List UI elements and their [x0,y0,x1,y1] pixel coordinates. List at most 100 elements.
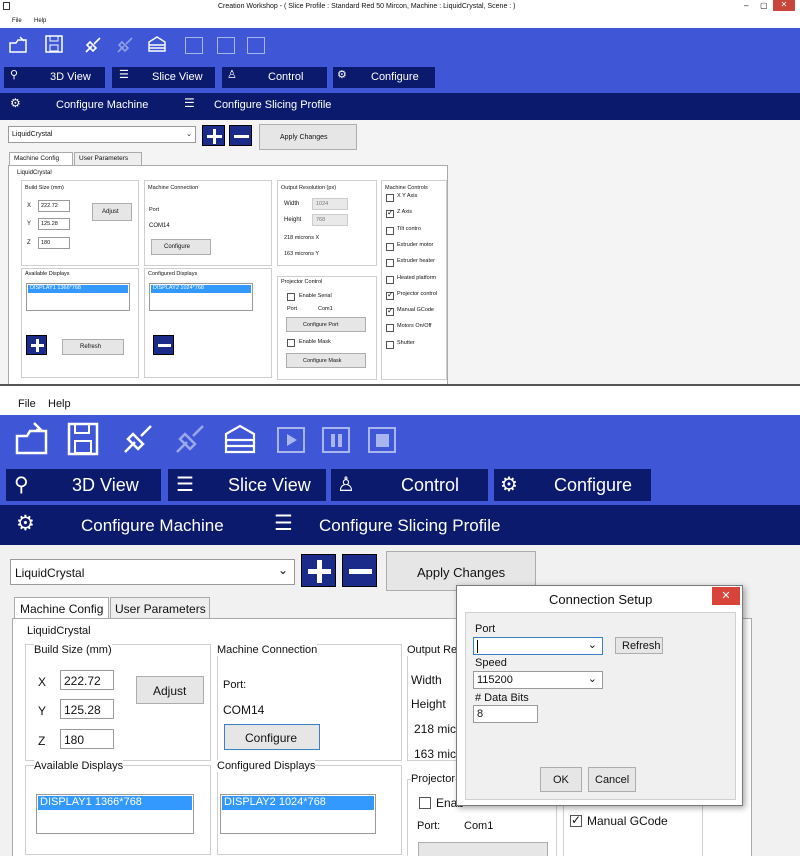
list-item[interactable]: DISPLAY1 1366*768 [28,285,128,293]
tab-user-parameters[interactable]: User Parameters [110,597,210,619]
tab-machine-config[interactable]: Machine Config [14,597,109,619]
build-z-input[interactable]: 180 [38,237,70,249]
machine-control-checkbox[interactable] [386,275,394,284]
pause-icon[interactable] [322,427,350,453]
available-displays-list[interactable]: DISPLAY1 1366*768 [36,794,194,834]
machine-select[interactable]: LiquidCrystal ⌄ [10,559,295,585]
tab-configure-slicing-profile[interactable]: ☰ Configure Slicing Profile [272,509,512,541]
build-y-input[interactable]: 125.28 [60,699,114,719]
enable-serial-checkbox[interactable] [419,797,431,809]
add-machine-button[interactable] [301,554,336,587]
machine-control-checkbox[interactable] [386,208,394,219]
apply-changes-button[interactable]: Apply Changes [259,124,357,150]
list-item[interactable]: DISPLAY2 1024*768 [151,285,251,293]
configure-port-button[interactable] [418,842,548,856]
list-item[interactable]: DISPLAY2 1024*768 [222,796,374,810]
dialog-close-button[interactable]: ✕ [712,587,740,605]
machine-control-checkbox[interactable] [386,242,394,251]
cancel-button[interactable]: Cancel [588,767,636,792]
port-refresh-button[interactable]: Refresh [615,637,663,654]
port-label: Port: [417,820,441,832]
input-value: 180 [64,733,85,747]
configure-connection-button[interactable]: Configure [224,724,320,750]
tab-control[interactable]: ♙ Control [222,67,327,88]
machine-control-checkbox[interactable] [386,324,394,333]
machine-control-checkbox[interactable] [386,340,394,349]
build-y-input[interactable]: 125.28 [38,218,70,230]
build-x-input[interactable]: 222.72 [38,200,70,212]
remove-machine-button[interactable] [342,554,377,587]
tab-configure-slicing-profile[interactable]: ☰ Configure Slicing Profile [182,96,342,116]
tab-configure[interactable]: ⚙ Configure [494,469,651,501]
open-file-icon[interactable] [8,35,30,55]
minimize-button[interactable]: – [744,1,748,10]
config-area: LiquidCrystal ⌄ Apply Changes Machine Con… [0,120,800,384]
tab-control[interactable]: ♙ Control [331,469,488,501]
tab-machine-config[interactable]: Machine Config [9,152,73,165]
slice-icon[interactable] [146,34,168,56]
adjust-button[interactable]: Adjust [136,676,204,704]
disconnect-icon[interactable] [114,34,136,56]
maximize-button[interactable]: ▢ [760,1,768,10]
build-x-input[interactable]: 222.72 [60,670,114,690]
z-label: Z [27,240,31,246]
connect-icon[interactable] [82,34,104,56]
tab-slice-view[interactable]: ☰ Slice View [112,67,215,88]
speed-select[interactable]: 115200 ⌄ [473,671,603,689]
connect-icon[interactable] [120,421,156,457]
tab-3d-view[interactable]: ⚲ 3D View [6,469,161,501]
configured-displays-list[interactable]: DISPLAY2 1024*768 [149,283,253,311]
machine-control-checkbox[interactable] [386,290,394,300]
machine-control-checkbox[interactable] [386,259,394,268]
remove-machine-button[interactable] [229,125,252,146]
stop-icon[interactable] [247,37,265,54]
data-bits-input[interactable]: 8 [473,705,538,723]
pause-icon[interactable] [217,37,235,54]
tab-configure[interactable]: ⚙ Configure [333,67,435,88]
disconnect-icon[interactable] [172,421,208,457]
tab-configure-machine[interactable]: ⚙ Configure Machine [8,96,158,116]
tab-user-parameters[interactable]: User Parameters [74,152,142,165]
tab-slice-view[interactable]: ☰ Slice View [168,469,326,501]
machine-control-checkbox[interactable] [386,194,394,202]
configured-displays-list[interactable]: DISPLAY2 1024*768 [220,794,376,834]
connection-setup-dialog: Connection Setup ✕ Port ⌄ Refresh Speed … [456,585,743,806]
save-icon[interactable] [44,34,64,54]
configure-connection-button[interactable]: Configure [151,239,211,255]
ok-button[interactable]: OK [540,767,582,792]
stop-icon[interactable] [368,427,396,453]
slice-profile-icon: ☰ [184,96,195,110]
configure-port-button[interactable]: Configure Port [286,317,366,332]
play-icon[interactable] [277,427,305,453]
menu-help[interactable]: Help [34,18,46,24]
tab-label: User Parameters [79,155,129,162]
open-file-icon[interactable] [14,421,52,457]
add-machine-button[interactable] [202,125,225,146]
menu-file[interactable]: File [12,18,22,24]
close-button[interactable]: ✕ [773,0,795,11]
list-item[interactable]: DISPLAY1 1366*768 [38,796,192,810]
save-icon[interactable] [66,421,100,457]
enable-serial-checkbox[interactable] [287,293,295,301]
remove-display-button[interactable] [153,335,174,355]
configure-mask-button[interactable]: Configure Mask [286,353,366,368]
build-z-input[interactable]: 180 [60,729,114,749]
manual-gcode-checkbox[interactable] [570,813,582,827]
tab-3d-view[interactable]: ⚲ 3D View [4,67,105,88]
checkbox-label: Z Axis [397,209,412,216]
machine-control-checkbox[interactable] [386,226,394,235]
menu-help[interactable]: Help [48,398,71,410]
tab-configure-machine[interactable]: ⚙ Configure Machine [14,509,244,541]
machine-select[interactable]: LiquidCrystal ⌄ [8,126,196,143]
play-icon[interactable] [185,37,203,54]
enable-mask-checkbox[interactable] [287,339,295,347]
menu-file[interactable]: File [18,398,36,410]
machine-control-checkbox[interactable] [386,306,394,317]
adjust-button[interactable]: Adjust [92,203,132,221]
refresh-displays-button[interactable]: Refresh [62,339,124,355]
port-select[interactable]: ⌄ [473,637,603,655]
add-display-button[interactable] [26,335,47,355]
slice-icon[interactable] [222,422,258,456]
window-icon [3,2,10,10]
available-displays-list[interactable]: DISPLAY1 1366*768 [26,283,130,311]
